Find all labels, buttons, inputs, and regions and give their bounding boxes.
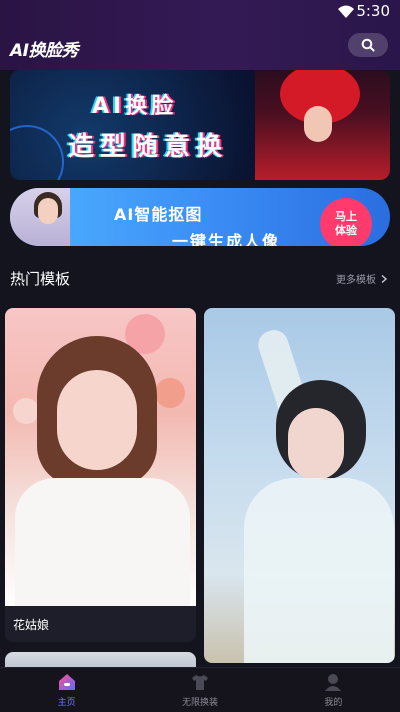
flower-shape xyxy=(155,378,185,408)
tab-label: 无限换装 xyxy=(181,698,218,708)
shirt-icon xyxy=(191,675,208,690)
bottom-tab-bar: 主页 无限换装 我的 xyxy=(0,667,400,712)
try-now-button[interactable]: 马上 体验 xyxy=(320,198,372,246)
robe-shape xyxy=(244,478,394,663)
tab-outfit[interactable]: 无限换装 xyxy=(133,668,266,712)
face-shape xyxy=(57,370,137,470)
face-shape xyxy=(288,408,344,480)
face-shape xyxy=(304,106,332,142)
search-icon xyxy=(361,38,375,52)
hot-templates-header: 热门模板 更多模板 xyxy=(0,262,400,292)
more-templates-link[interactable]: 更多模板 xyxy=(336,271,388,286)
template-photo xyxy=(5,308,196,606)
banner-title-line1: AI换脸 xyxy=(92,94,178,119)
cta-line1: 马上 xyxy=(335,210,357,223)
template-card[interactable]: 花姑娘 xyxy=(5,308,196,642)
template-card[interactable] xyxy=(204,308,395,663)
template-photo xyxy=(204,308,395,663)
cta-line2: 体验 xyxy=(335,224,357,237)
wifi-icon xyxy=(338,5,354,18)
tab-profile[interactable]: 我的 xyxy=(267,668,400,712)
app-logo: AI换脸秀 xyxy=(10,41,78,61)
chevron-right-icon xyxy=(381,274,388,283)
top-bar: 5:30 AI换脸秀 xyxy=(0,0,400,70)
banner-title-line2: 造型随意换 xyxy=(68,132,229,162)
section-title: 热门模板 xyxy=(10,270,71,288)
face-shape xyxy=(38,198,58,224)
face-swap-banner[interactable]: AI换脸 造型随意换 xyxy=(10,70,390,180)
profile-icon xyxy=(325,674,342,691)
decorative-ring xyxy=(10,125,64,180)
tab-label: 我的 xyxy=(324,698,343,708)
search-button[interactable] xyxy=(348,33,388,57)
banner-portrait xyxy=(10,188,70,246)
banner-photo xyxy=(255,70,390,180)
dress-shape xyxy=(15,478,190,606)
more-templates-label: 更多模板 xyxy=(336,275,376,286)
smart-cutout-banner[interactable]: AI智能抠图 一键生成人像 马上 体验 xyxy=(10,188,390,246)
template-label: 花姑娘 xyxy=(13,618,50,632)
tab-home[interactable]: 主页 xyxy=(0,668,133,712)
tab-label: 主页 xyxy=(57,698,76,708)
banner-title: AI智能抠图 xyxy=(114,205,203,224)
status-time: 5:30 xyxy=(356,2,390,20)
banner-subtitle: 一键生成人像 xyxy=(172,232,281,246)
flower-shape xyxy=(13,398,39,424)
home-icon xyxy=(58,674,75,690)
